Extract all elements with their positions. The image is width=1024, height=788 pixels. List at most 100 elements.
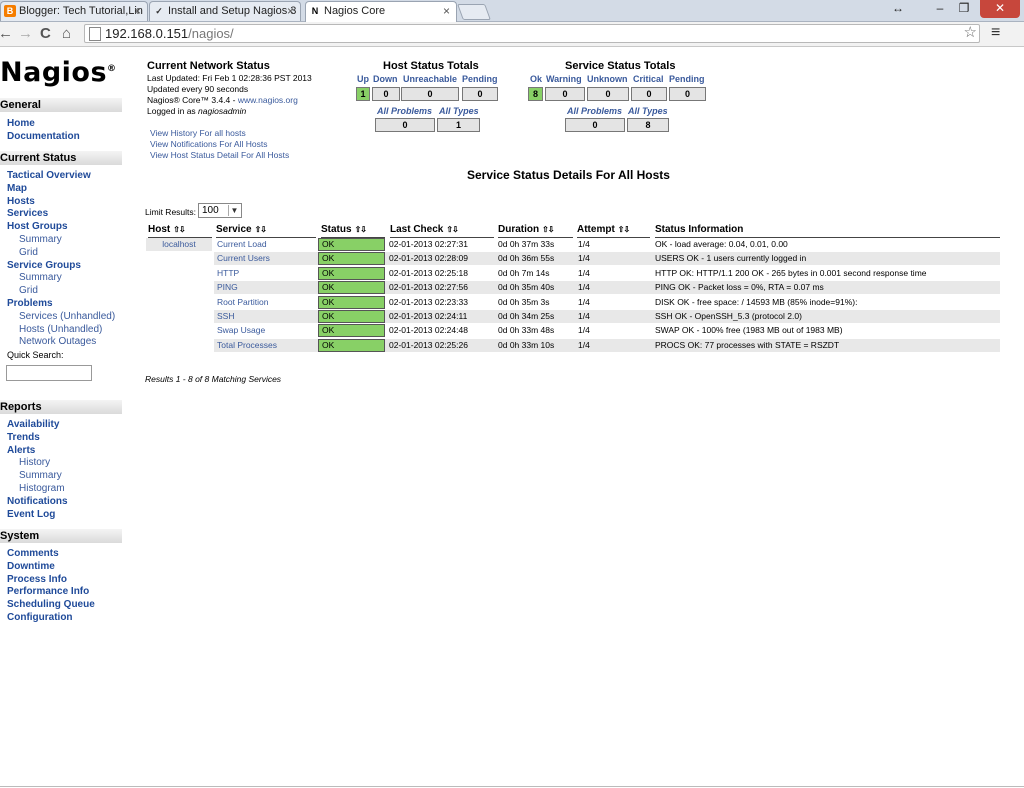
sidebar-item-downtime[interactable]: Downtime	[7, 561, 55, 572]
resize-icon[interactable]: ↔	[890, 0, 906, 18]
sidebar-item-process-info[interactable]: Process Info	[7, 574, 67, 585]
nagios-logo[interactable]: Nagios®	[0, 57, 117, 88]
host-pending-count[interactable]: 0	[462, 87, 498, 101]
sidebar-item-documentation[interactable]: Documentation	[7, 131, 80, 142]
close-window-icon[interactable]: ✕	[980, 0, 1020, 18]
service-critical-count[interactable]: 0	[631, 87, 667, 101]
sidebar-item-configuration[interactable]: Configuration	[7, 612, 73, 623]
sidebar-item-alerts[interactable]: Alerts	[7, 445, 35, 456]
sidebar-item-service-groups[interactable]: Service Groups	[7, 260, 81, 271]
host-unreachable-count[interactable]: 0	[401, 87, 459, 101]
window-bottom-edge	[0, 786, 1024, 787]
service-link[interactable]: Current Users	[217, 252, 317, 265]
sort-arrows-icon[interactable]: ⇧⇩	[173, 225, 185, 234]
sidebar-item-performance-info[interactable]: Performance Info	[7, 586, 89, 597]
service-all-types-header[interactable]: All Types	[628, 106, 668, 116]
sidebar-item-history[interactable]: History	[19, 457, 50, 468]
home-icon[interactable]: ⌂	[62, 25, 71, 42]
service-pending-count[interactable]: 0	[669, 87, 706, 101]
sort-arrows-icon[interactable]: ⇧⇩	[542, 225, 554, 234]
sidebar-item-notifications[interactable]: Notifications	[7, 496, 68, 507]
reload-icon[interactable]: C	[40, 25, 51, 42]
sidebar-item-summary[interactable]: Summary	[19, 234, 62, 245]
sidebar-item-map[interactable]: Map	[7, 183, 27, 194]
tab-nagios-core[interactable]: N Nagios Core ×	[305, 1, 457, 22]
service-ok-count[interactable]: 8	[528, 87, 543, 101]
service-all-problems-header[interactable]: All Problems	[567, 106, 622, 116]
forward-arrow-icon[interactable]: →	[18, 25, 33, 42]
host-up-header[interactable]: Up	[357, 74, 369, 84]
service-warning-header[interactable]: Warning	[546, 74, 582, 84]
service-link[interactable]: SSH	[217, 310, 317, 323]
nagios-website-link[interactable]: www.nagios.org	[238, 95, 298, 105]
maximize-icon[interactable]: ❐	[954, 0, 974, 18]
sidebar-item-summary[interactable]: Summary	[19, 272, 62, 283]
host-all-problems-header[interactable]: All Problems	[377, 106, 432, 116]
sidebar-item-hosts-unhandled[interactable]: Hosts (Unhandled)	[19, 324, 102, 335]
host-all-types-count[interactable]: 1	[437, 118, 480, 132]
service-ok-header[interactable]: Ok	[530, 74, 542, 84]
sidebar-item-home[interactable]: Home	[7, 118, 35, 129]
sidebar-item-grid[interactable]: Grid	[19, 247, 38, 258]
sidebar-item-hosts[interactable]: Hosts	[7, 196, 35, 207]
host-unreachable-header[interactable]: Unreachable	[403, 74, 457, 84]
sidebar-item-event-log[interactable]: Event Log	[7, 509, 55, 520]
address-bar[interactable]: 192.168.0.151/nagios/ ☆	[84, 24, 980, 43]
tab-title: Blogger: Tech Tutorial,Lin	[19, 5, 143, 17]
host-localhost-link[interactable]: localhost	[146, 238, 212, 251]
sort-arrows-icon[interactable]: ⇧⇩	[355, 225, 367, 234]
view-notifications-link[interactable]: View Notifications For All Hosts	[150, 139, 267, 149]
service-unknown-count[interactable]: 0	[587, 87, 629, 101]
cell-status: OK	[318, 238, 385, 251]
host-down-count[interactable]: 0	[372, 87, 400, 101]
view-history-link[interactable]: View History For all hosts	[150, 128, 246, 138]
service-link[interactable]: PING	[217, 281, 317, 294]
sidebar-item-histogram[interactable]: Histogram	[19, 483, 65, 494]
sidebar-item-problems[interactable]: Problems	[7, 298, 53, 309]
sidebar-item-network-outages[interactable]: Network Outages	[19, 336, 96, 347]
sidebar-item-availability[interactable]: Availability	[7, 419, 59, 430]
service-unknown-header[interactable]: Unknown	[587, 74, 628, 84]
tab-install-nagios[interactable]: ✓ Install and Setup Nagios 3 ×	[149, 1, 301, 21]
host-all-problems-count[interactable]: 0	[375, 118, 435, 132]
view-host-detail-link[interactable]: View Host Status Detail For All Hosts	[150, 150, 289, 160]
back-arrow-icon[interactable]: ←	[0, 25, 13, 42]
limit-results-select[interactable]: 100 ▼	[198, 203, 242, 218]
quick-search-input[interactable]	[6, 365, 92, 381]
close-tab-icon[interactable]: ×	[134, 4, 141, 18]
host-all-types-header[interactable]: All Types	[439, 106, 479, 116]
host-pending-header[interactable]: Pending	[462, 74, 498, 84]
bookmark-star-icon[interactable]: ☆	[964, 24, 977, 41]
sidebar-item-services[interactable]: Services	[7, 208, 48, 219]
sidebar-item-summary[interactable]: Summary	[19, 470, 62, 481]
cell-attempt: 1/4	[578, 339, 590, 350]
minimize-icon[interactable]: –	[930, 0, 950, 18]
sidebar-item-trends[interactable]: Trends	[7, 432, 40, 443]
tab-blogger[interactable]: B Blogger: Tech Tutorial,Lin ×	[0, 1, 148, 21]
service-critical-header[interactable]: Critical	[633, 74, 664, 84]
host-up-count[interactable]: 1	[356, 87, 370, 101]
service-all-problems-count[interactable]: 0	[565, 118, 625, 132]
service-link[interactable]: HTTP	[217, 267, 317, 280]
sidebar-item-scheduling-queue[interactable]: Scheduling Queue	[7, 599, 95, 610]
sidebar-item-grid[interactable]: Grid	[19, 285, 38, 296]
service-pending-header[interactable]: Pending	[669, 74, 705, 84]
close-tab-icon[interactable]: ×	[287, 4, 294, 18]
sort-arrows-icon[interactable]: ⇧⇩	[446, 225, 458, 234]
host-down-header[interactable]: Down	[373, 74, 398, 84]
sidebar-item-tactical-overview[interactable]: Tactical Overview	[7, 170, 91, 181]
sidebar-item-services-unhandled[interactable]: Services (Unhandled)	[19, 311, 115, 322]
service-link[interactable]: Swap Usage	[217, 324, 317, 337]
browser-menu-icon[interactable]: ≡	[991, 24, 1000, 42]
service-link[interactable]: Total Processes	[217, 339, 317, 352]
sort-arrows-icon[interactable]: ⇧⇩	[255, 225, 267, 234]
sort-arrows-icon[interactable]: ⇧⇩	[618, 225, 630, 234]
service-all-types-count[interactable]: 8	[627, 118, 669, 132]
service-link[interactable]: Current Load	[217, 238, 317, 251]
new-tab-button[interactable]	[457, 4, 491, 20]
close-tab-icon[interactable]: ×	[443, 4, 450, 18]
sidebar-item-comments[interactable]: Comments	[7, 548, 59, 559]
sidebar-item-host-groups[interactable]: Host Groups	[7, 221, 68, 232]
service-link[interactable]: Root Partition	[217, 296, 317, 309]
service-warning-count[interactable]: 0	[545, 87, 585, 101]
